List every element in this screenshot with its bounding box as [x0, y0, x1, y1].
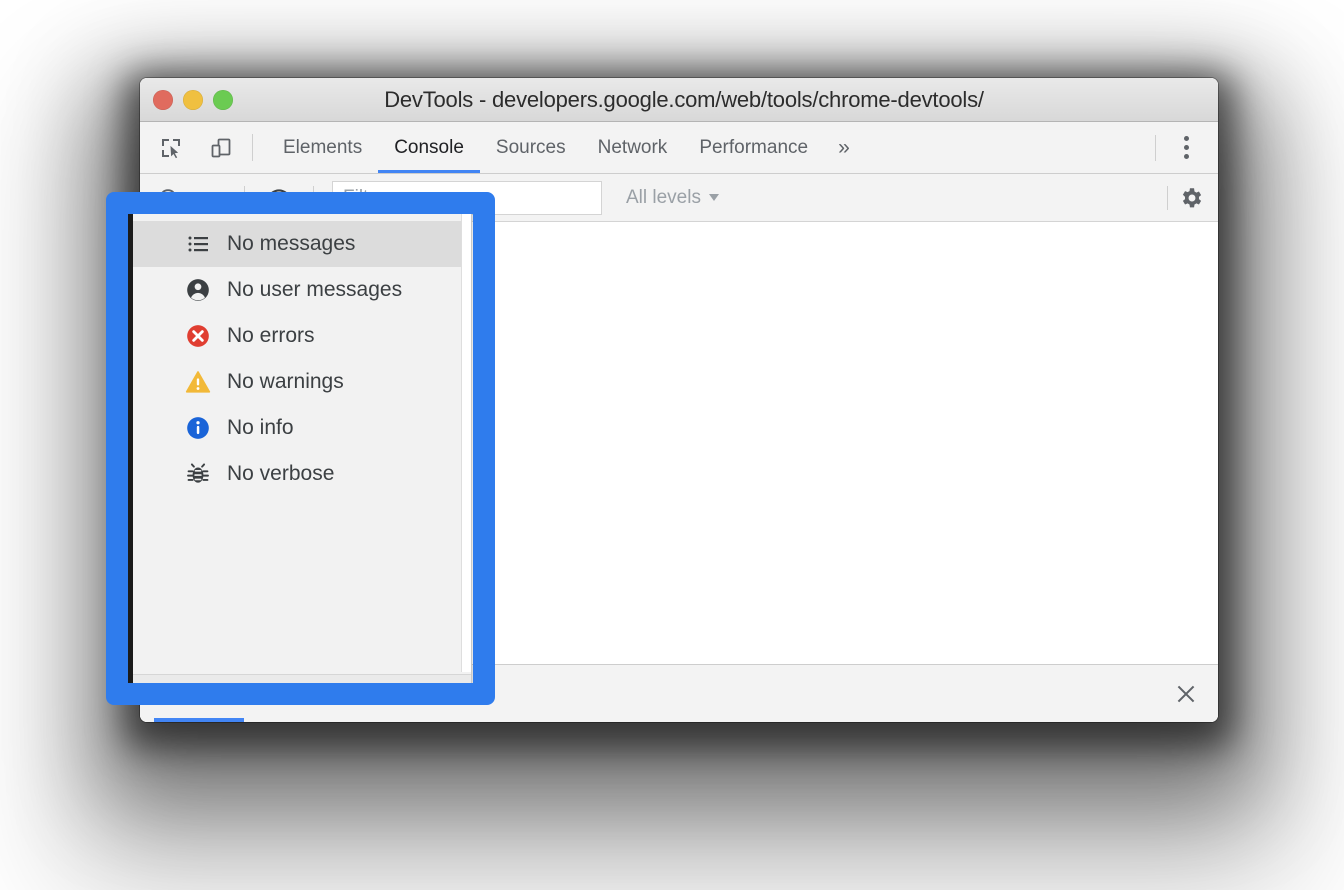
- bug-icon: [185, 461, 211, 487]
- tab-label: Performance: [699, 136, 809, 158]
- person-icon: [185, 277, 211, 303]
- close-icon: [1177, 685, 1195, 702]
- tab-label: Network: [597, 136, 668, 158]
- menu-item-no-verbose[interactable]: No verbose: [133, 451, 471, 497]
- console-filter-placeholder: Filter: [343, 186, 386, 208]
- menu-item-label: No verbose: [227, 462, 335, 485]
- chevron-down-icon: [203, 193, 217, 202]
- log-levels-menu-list: No messages No user messages No errors N…: [133, 209, 471, 497]
- kebab-dot-icon: [1183, 154, 1189, 159]
- close-window-button[interactable]: [153, 90, 173, 110]
- error-icon: [185, 323, 211, 349]
- clear-console-icon: [159, 188, 177, 207]
- menu-item-label: No messages: [227, 232, 356, 255]
- tab-label: Elements: [283, 136, 363, 158]
- menu-item-label: No user messages: [227, 278, 403, 301]
- devtools-tabstrip: Elements Console Sources Network Perform…: [140, 122, 1218, 174]
- tab-label: Sources: [495, 136, 566, 158]
- menu-bottom-edge: [133, 674, 471, 692]
- menu-item-no-messages[interactable]: No messages: [133, 221, 471, 267]
- devtools-main-menu-button[interactable]: [1166, 128, 1206, 168]
- log-levels-dropdown-menu: No messages No user messages No errors N…: [128, 208, 472, 693]
- console-log-levels-label: All levels: [626, 186, 701, 208]
- menu-item-label: No errors: [227, 324, 315, 347]
- more-tabs-button[interactable]: »: [824, 122, 864, 173]
- menu-item-no-errors[interactable]: No errors: [133, 313, 471, 359]
- tabstrip-right-group: [1155, 122, 1218, 173]
- console-settings-divider: [1167, 185, 1168, 210]
- tabstrip-tool-icons: [140, 122, 238, 173]
- menu-scrollbar-track[interactable]: [461, 209, 471, 672]
- inspect-element-icon: [162, 138, 180, 159]
- warning-icon: [185, 369, 211, 395]
- device-toolbar-button[interactable]: [204, 131, 238, 165]
- drawer-close-button[interactable]: [1168, 676, 1204, 712]
- tabstrip-right-divider: [1155, 134, 1156, 161]
- console-toolbar-divider-2: [313, 185, 314, 210]
- kebab-dot-icon: [1183, 136, 1189, 141]
- tabstrip-divider: [252, 134, 253, 161]
- list-icon: [185, 231, 211, 257]
- menu-item-no-user-messages[interactable]: No user messages: [133, 267, 471, 313]
- traffic-light-group: [153, 78, 233, 122]
- info-icon: [185, 415, 211, 441]
- chevron-down-icon: [708, 194, 719, 201]
- tab-elements[interactable]: Elements: [267, 122, 378, 173]
- menu-item-label: No warnings: [227, 370, 344, 393]
- window-title: DevTools - developers.google.com/web/too…: [384, 86, 984, 112]
- gear-icon: [1182, 187, 1202, 207]
- tab-sources[interactable]: Sources: [480, 122, 582, 173]
- tab-console[interactable]: Console: [378, 122, 480, 173]
- tab-network[interactable]: Network: [582, 122, 684, 173]
- console-toolbar-divider: [244, 185, 245, 210]
- device-toolbar-icon: [211, 138, 231, 157]
- inspect-element-button[interactable]: [154, 131, 188, 165]
- console-toolbar-right: [1159, 182, 1208, 214]
- console-settings-button[interactable]: [1176, 182, 1208, 214]
- menu-item-no-info[interactable]: No info: [133, 405, 471, 451]
- menu-item-label: No info: [227, 416, 294, 439]
- kebab-dot-icon: [1183, 145, 1189, 150]
- tab-label: Console: [394, 136, 464, 158]
- maximize-window-button[interactable]: [213, 90, 233, 110]
- tab-performance[interactable]: Performance: [683, 122, 824, 173]
- menu-item-no-warnings[interactable]: No warnings: [133, 359, 471, 405]
- eye-icon: [266, 188, 292, 207]
- devtools-tabs: Elements Console Sources Network Perform…: [267, 122, 1155, 173]
- console-log-levels-select[interactable]: All levels: [626, 187, 719, 209]
- screenshot-root: DevTools - developers.google.com/web/too…: [0, 0, 1344, 890]
- minimize-window-button[interactable]: [183, 90, 203, 110]
- window-titlebar: DevTools - developers.google.com/web/too…: [140, 78, 1218, 122]
